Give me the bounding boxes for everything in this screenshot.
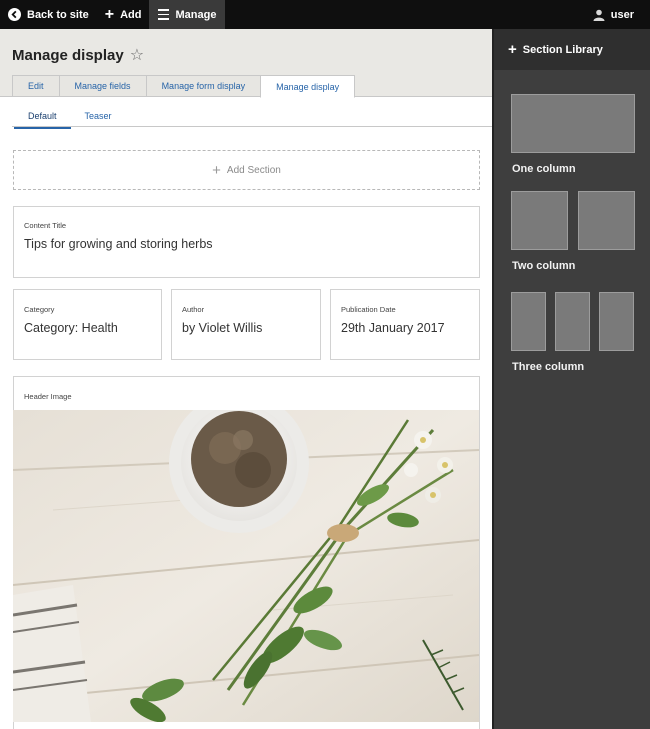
- menu-icon: [158, 9, 170, 20]
- field-label: Content Title: [24, 221, 67, 230]
- back-to-site-label: Back to site: [27, 8, 89, 21]
- add-menu-button[interactable]: + Add: [97, 0, 150, 29]
- layout-label: One column: [512, 163, 576, 175]
- layout-two-column-left[interactable]: [511, 191, 568, 250]
- layout-three-column-left[interactable]: [511, 292, 546, 351]
- layout-label: Two column: [512, 260, 576, 272]
- back-to-site-link[interactable]: Back to site: [0, 0, 97, 29]
- divider: [12, 126, 492, 127]
- user-icon: [593, 9, 605, 21]
- plus-icon: +: [104, 5, 115, 23]
- herbs-photo: [13, 410, 479, 722]
- publication-date-block[interactable]: Publication Date 29th January 2017: [330, 289, 480, 360]
- layout-three-column-middle[interactable]: [555, 292, 590, 351]
- tab-manage-fields[interactable]: Manage fields: [58, 75, 146, 97]
- section-library-title: Section Library: [522, 43, 603, 56]
- layout-one-column[interactable]: [511, 94, 635, 153]
- field-label: Header Image: [24, 392, 72, 401]
- field-value: Category: Health: [24, 321, 118, 335]
- primary-tabs: Edit Manage fields Manage form display M…: [12, 75, 356, 98]
- star-icon[interactable]: ☆: [130, 45, 144, 65]
- plus-icon: +: [212, 161, 221, 179]
- field-label: Publication Date: [341, 305, 396, 314]
- field-label: Author: [182, 305, 205, 314]
- user-menu-button[interactable]: user: [585, 0, 650, 29]
- layout-two-column-right[interactable]: [578, 191, 635, 250]
- back-arrow-icon: [8, 8, 21, 21]
- tab-manage-form-display[interactable]: Manage form display: [145, 75, 261, 97]
- add-section-button[interactable]: + Add Section: [13, 150, 480, 190]
- section-library-sidebar: + Section Library One column Two column …: [492, 29, 650, 729]
- plus-icon: +: [508, 41, 517, 58]
- tab-manage-display[interactable]: Manage display: [260, 75, 356, 98]
- layout-three-column-right[interactable]: [599, 292, 634, 351]
- manage-label: Manage: [175, 8, 217, 21]
- manage-menu-button[interactable]: Manage: [149, 0, 226, 29]
- category-block[interactable]: Category Category: Health: [13, 289, 162, 360]
- layout-label: Three column: [512, 361, 585, 373]
- field-label: Category: [24, 305, 55, 314]
- section-library-header: + Section Library: [494, 29, 650, 70]
- field-value: Tips for growing and storing herbs: [24, 237, 213, 251]
- content-title-block[interactable]: Content Title Tips for growing and stori…: [13, 206, 480, 278]
- header-image: [13, 410, 479, 722]
- user-label: user: [610, 8, 634, 21]
- page-header: Manage display ☆ Edit Manage fields Mana…: [0, 29, 492, 98]
- main-content: Manage display ☆ Edit Manage fields Mana…: [0, 29, 492, 729]
- page-title: Manage display ☆: [12, 45, 144, 65]
- add-section-label: Add Section: [226, 164, 281, 176]
- author-block[interactable]: Author by Violet Willis: [171, 289, 321, 360]
- tab-edit[interactable]: Edit: [12, 75, 59, 97]
- admin-toolbar: Back to site + Add Manage user: [0, 0, 650, 29]
- add-label: Add: [120, 8, 142, 21]
- field-value: 29th January 2017: [341, 321, 445, 335]
- page-title-text: Manage display: [12, 46, 124, 64]
- field-value: by Violet Willis: [182, 321, 263, 335]
